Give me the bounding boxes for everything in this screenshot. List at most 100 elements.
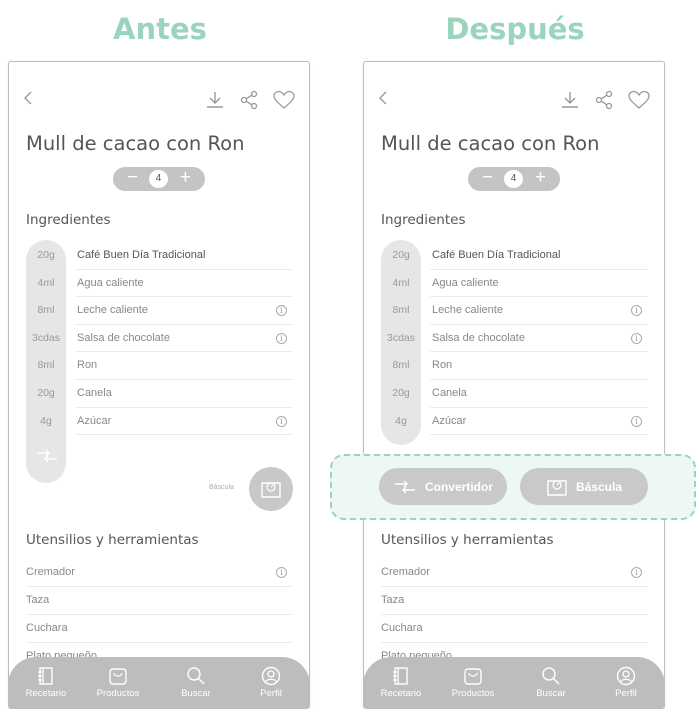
nav-label: Perfil xyxy=(615,688,637,699)
after-heading: Después xyxy=(445,12,585,46)
tool-row: Cremador i xyxy=(9,559,299,587)
nav-item-perfil[interactable]: Perfil xyxy=(591,666,661,699)
download-button[interactable] xyxy=(205,90,225,115)
ingredient-name: Ron xyxy=(77,359,98,372)
ingredient-row: 20g Canela xyxy=(364,380,654,408)
ingredient-name: Ron xyxy=(432,359,453,372)
increase-servings-button[interactable]: + xyxy=(180,168,191,188)
decrease-servings-button[interactable]: − xyxy=(482,168,493,188)
nav-label: Buscar xyxy=(181,688,211,699)
nav-item-buscar[interactable]: Buscar xyxy=(516,666,586,699)
ingredient-row: 20g Café Buen Día Tradicional xyxy=(9,242,299,270)
bascula-circle-button[interactable] xyxy=(249,467,293,511)
profile-icon xyxy=(616,666,636,686)
convertidor-button[interactable]: Convertidor xyxy=(379,468,507,505)
nav-label: Recetario xyxy=(25,688,67,699)
info-icon[interactable]: i xyxy=(631,415,642,427)
bascula-button[interactable]: Báscula xyxy=(520,468,648,505)
scale-icon xyxy=(261,482,281,498)
favorite-button[interactable] xyxy=(628,90,650,115)
nav-item-productos[interactable]: Productos xyxy=(438,666,508,699)
info-icon[interactable]: i xyxy=(276,305,287,317)
back-button[interactable] xyxy=(378,90,390,111)
increase-servings-button[interactable]: + xyxy=(535,168,546,188)
ingredient-quantity: 8ml xyxy=(37,359,55,372)
nav-item-buscar[interactable]: Buscar xyxy=(161,666,231,699)
ingredient-row: 20g Café Buen Día Tradicional xyxy=(364,242,654,270)
ingredient-name: Azúcar xyxy=(77,414,112,427)
back-button[interactable] xyxy=(23,90,35,111)
favorite-button[interactable] xyxy=(273,90,295,115)
ingredient-row: 8ml Ron xyxy=(9,352,299,380)
info-icon[interactable]: i xyxy=(276,332,287,344)
download-icon xyxy=(207,92,223,108)
recipe-title: Mull de cacao con Ron xyxy=(26,132,245,155)
heart-icon xyxy=(628,90,650,109)
share-button[interactable] xyxy=(239,90,259,115)
row-divider xyxy=(430,434,648,436)
ingredient-name: Café Buen Día Tradicional xyxy=(77,249,206,261)
tool-name: Cremador xyxy=(381,566,430,578)
convert-arrows-icon xyxy=(394,480,415,493)
nav-item-recetario[interactable]: Recetario xyxy=(11,666,81,699)
top-actions xyxy=(205,90,295,115)
tools-list: Cremador i Taza Cuchara Plato pequeño xyxy=(9,559,299,671)
ingredient-row: 8ml Leche caliente i xyxy=(364,297,654,325)
ingredient-name: Canela xyxy=(77,386,112,399)
nav-label: Recetario xyxy=(380,688,422,699)
ingredients-title: Ingredientes xyxy=(26,212,111,228)
ingredient-row: 8ml Leche caliente i xyxy=(9,297,299,325)
info-icon[interactable]: i xyxy=(276,567,287,578)
bascula-label: Báscula xyxy=(575,479,623,494)
servings-count: 4 xyxy=(149,170,168,188)
info-icon[interactable]: i xyxy=(631,332,642,344)
ingredient-name: Azúcar xyxy=(432,414,467,427)
nav-item-recetario[interactable]: Recetario xyxy=(366,666,436,699)
ingredient-quantity: 3cdas xyxy=(386,331,416,344)
decrease-servings-button[interactable]: − xyxy=(127,168,138,188)
download-button[interactable] xyxy=(560,90,580,115)
tool-name: Cuchara xyxy=(26,622,68,634)
profile-icon xyxy=(261,666,281,686)
ingredient-quantity: 4g xyxy=(395,414,407,427)
converter-button[interactable] xyxy=(35,448,59,469)
info-icon[interactable]: i xyxy=(631,305,642,317)
back-icon xyxy=(379,91,387,105)
info-icon[interactable]: i xyxy=(631,567,642,578)
nav-label: Productos xyxy=(96,688,140,699)
ingredients-list: 20g Café Buen Día Tradicional 4ml Agua cali… xyxy=(364,242,654,436)
info-icon[interactable]: i xyxy=(276,415,287,427)
bascula-small-label: Báscula xyxy=(209,484,234,491)
ingredient-row: 4g Azúcar i xyxy=(364,408,654,436)
servings-stepper[interactable]: −4 + xyxy=(113,167,205,191)
servings-stepper[interactable]: −4 + xyxy=(468,167,560,191)
tool-row: Taza xyxy=(9,587,299,615)
nav-label: Buscar xyxy=(536,688,566,699)
ingredient-row: 3cdas Salsa de chocolate i xyxy=(364,325,654,353)
back-icon xyxy=(24,91,32,105)
ingredient-name: Leche caliente xyxy=(77,304,148,317)
top-actions xyxy=(560,90,650,115)
ingredient-name: Salsa de chocolate xyxy=(432,331,525,344)
tools-title: Utensilios y herramientas xyxy=(26,532,199,548)
search-icon xyxy=(542,667,560,685)
tools-title: Utensilios y herramientas xyxy=(381,532,554,548)
nav-label: Perfil xyxy=(260,688,282,699)
book-icon xyxy=(393,667,408,685)
convert-arrows-icon xyxy=(37,449,57,463)
ingredient-quantity: 4g xyxy=(40,414,52,427)
share-button[interactable] xyxy=(594,90,614,115)
tool-name: Taza xyxy=(381,594,405,606)
nav-item-perfil[interactable]: Perfil xyxy=(236,666,306,699)
tool-row: Cuchara xyxy=(9,615,299,643)
ingredient-name: Café Buen Día Tradicional xyxy=(432,249,561,261)
recipe-title: Mull de cacao con Ron xyxy=(381,132,600,155)
ingredient-row: 8ml Ron xyxy=(364,352,654,380)
ingredient-row: 4g Azúcar i xyxy=(9,408,299,436)
ingredient-quantity: 20g xyxy=(392,386,410,399)
nav-item-productos[interactable]: Productos xyxy=(83,666,153,699)
before-heading: Antes xyxy=(113,12,207,46)
bottom-nav: Recetario Productos Buscar Perfil xyxy=(364,657,664,709)
share-icon xyxy=(240,90,258,110)
ingredient-name: Leche caliente xyxy=(432,304,503,317)
